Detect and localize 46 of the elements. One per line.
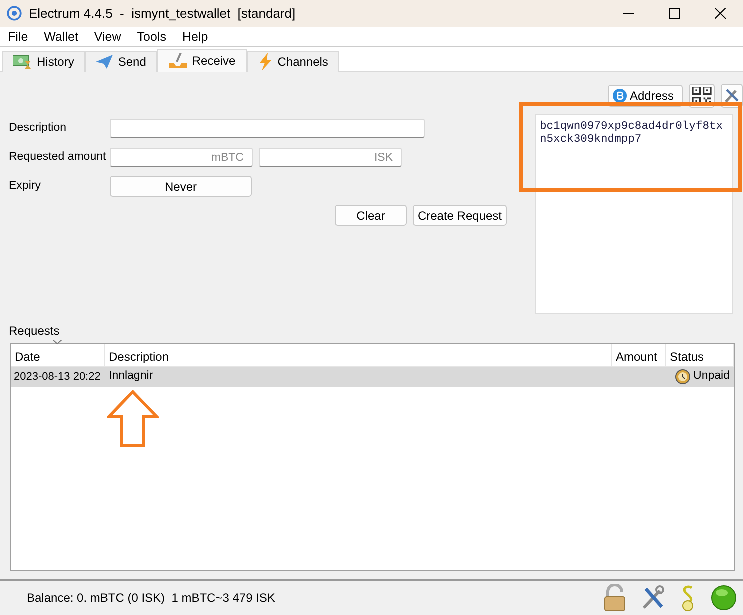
app-logo-icon	[6, 5, 23, 22]
clear-button[interactable]: Clear	[334, 205, 407, 226]
field-label: Requested amount	[9, 150, 108, 165]
fiat-amount-field[interactable]: ISK	[259, 148, 402, 167]
column-header[interactable]: Amount	[612, 344, 666, 366]
table-cell-text: Innlagnir	[108, 369, 154, 384]
column-header[interactable]: Date	[11, 344, 105, 366]
menu-item[interactable]: View	[86, 27, 130, 46]
section-label: Requests	[9, 324, 60, 338]
tab[interactable]: Send	[85, 51, 158, 72]
table-row[interactable]: 2023-08-13 20:22 Innlagnir Unpaid	[11, 367, 734, 387]
window-title: Electrum 4.4.5 - ismynt_testwallet [standard]	[29, 4, 296, 23]
tab[interactable]: History	[2, 51, 86, 72]
network-status-icon[interactable]	[711, 585, 737, 611]
close-icon	[714, 8, 726, 19]
tray-icon	[168, 53, 188, 69]
menu-item[interactable]: Wallet	[36, 27, 86, 46]
tools-icon[interactable]	[641, 585, 665, 611]
lightning-icon	[258, 53, 274, 71]
tab[interactable]: Receive	[157, 49, 247, 72]
menu-item[interactable]: File	[0, 27, 36, 46]
expiry-button[interactable]: Never	[110, 176, 252, 197]
status-text: Unpaid	[694, 369, 730, 384]
table-cell-text: 2023-08-13 20:22	[13, 370, 102, 385]
balance-text: Balance: 0. mBTC (0 ISK) 1 mBTC~3 479 ISK	[27, 590, 276, 607]
field-label: Expiry	[9, 178, 42, 194]
field-label: Description	[9, 120, 68, 136]
tools-icon	[723, 87, 741, 105]
clock-icon	[674, 369, 691, 385]
description-field[interactable]	[110, 119, 425, 138]
address-text-area[interactable]: bc1qwn0979xp9c8ad4dr0lyf8txn5xck309kndmpp7	[535, 114, 733, 314]
qr-code-icon	[692, 87, 712, 105]
menu-item[interactable]: Help	[174, 27, 216, 46]
banknote-icon	[13, 55, 33, 69]
paper-plane-icon	[96, 55, 114, 69]
bitcoin-address: bc1qwn0979xp9c8ad4dr0lyf8txn5xck309kndmpp7	[540, 121, 724, 147]
padlock-icon[interactable]	[603, 584, 627, 612]
menu-item[interactable]: Tools	[129, 27, 174, 46]
create-request-button[interactable]: Create Request	[412, 205, 507, 226]
column-header[interactable]: Status	[666, 344, 734, 366]
column-header[interactable]: Description	[105, 344, 612, 366]
tab[interactable]: Channels	[246, 51, 340, 72]
sort-indicator-icon	[53, 340, 62, 345]
maximize-icon	[668, 8, 680, 19]
bitcoin-icon	[612, 89, 627, 103]
amount-field[interactable]: mBTC	[110, 148, 253, 167]
